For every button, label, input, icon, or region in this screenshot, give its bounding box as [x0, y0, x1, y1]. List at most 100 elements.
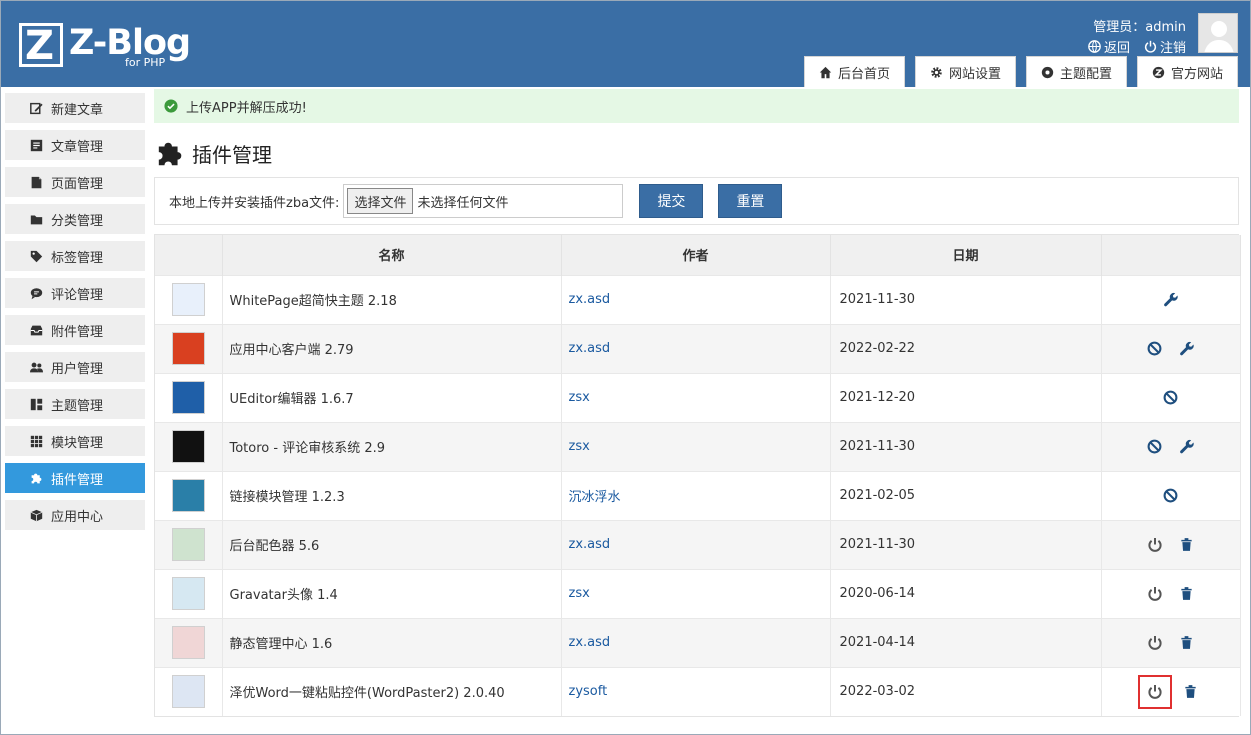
sidebar-item-pages[interactable]: 页面管理 — [5, 167, 145, 197]
plugin-date: 2021-12-20 — [830, 372, 1102, 422]
logo-mark: Z — [19, 23, 63, 68]
user-avatar-icon — [1199, 14, 1237, 52]
delete-trash-icon[interactable] — [1176, 632, 1198, 654]
avatar[interactable] — [1198, 13, 1238, 53]
enable-power-icon[interactable] — [1144, 534, 1166, 556]
edit-icon — [29, 101, 43, 115]
sidebar-item-tags[interactable]: 标签管理 — [5, 241, 145, 271]
sidebar-item-label: 评论管理 — [51, 287, 104, 303]
table-row: 链接模块管理 1.2.3 沉冰浮水 2021-02-05 — [155, 470, 1241, 520]
sidebar-item-label: 插件管理 — [51, 472, 104, 488]
logo-subtitle: for PHP — [125, 56, 166, 69]
tab-label: 主题配置 — [1059, 66, 1112, 82]
grid-icon — [29, 434, 43, 448]
settings-wrench-icon[interactable] — [1176, 436, 1198, 458]
plugin-name: 静态管理中心 1.6 — [222, 617, 562, 667]
sidebar-item-comments[interactable]: 评论管理 — [5, 278, 145, 308]
enable-power-icon[interactable] — [1137, 674, 1172, 709]
plugin-logo-icon — [171, 283, 205, 316]
plugin-icon-cell — [155, 421, 223, 471]
disable-icon[interactable] — [1160, 485, 1182, 507]
plugin-actions — [1101, 568, 1241, 618]
disable-icon[interactable] — [1144, 338, 1166, 360]
sidebar-item-modules[interactable]: 模块管理 — [5, 426, 145, 456]
delete-trash-icon[interactable] — [1176, 583, 1198, 605]
plugin-icon-cell — [155, 372, 223, 422]
plugin-date: 2021-02-05 — [830, 470, 1102, 520]
plugin-author-link[interactable]: zx.asd — [561, 323, 831, 373]
box-icon — [29, 508, 43, 522]
delete-trash-icon[interactable] — [1180, 681, 1202, 703]
plugin-logo-icon — [171, 675, 205, 709]
page-title-text: 插件管理 — [192, 142, 272, 167]
plugin-name: 后台配色器 5.6 — [222, 519, 562, 569]
file-input[interactable]: 选择文件 未选择任何文件 — [343, 184, 624, 218]
plugin-name: Gravatar头像 1.4 — [222, 568, 562, 618]
table-row: WhitePage超简快主题 2.18 zx.asd 2021-11-30 — [155, 274, 1241, 324]
plugin-logo-icon — [171, 381, 205, 414]
choose-file-button[interactable]: 选择文件 — [347, 188, 414, 214]
sidebar-item-label: 页面管理 — [51, 176, 104, 192]
column-header-actions — [1101, 235, 1241, 275]
settings-wrench-icon[interactable] — [1176, 338, 1198, 360]
plugin-icon-cell — [155, 617, 223, 667]
table-row: UEditor编辑器 1.6.7 zsx 2021-12-20 — [155, 372, 1241, 422]
delete-trash-icon[interactable] — [1176, 534, 1198, 556]
plugin-date: 2021-11-30 — [830, 519, 1102, 569]
sidebar: 新建文章 文章管理 页面管理 分类管理 标签管理 评论管理 附件管理 用户管理 — [5, 93, 145, 537]
comment-icon — [29, 286, 43, 300]
disable-icon[interactable] — [1144, 436, 1166, 458]
top-nav: 后台首页 网站设置 主题配置 官方网站 — [803, 56, 1238, 87]
enable-power-icon[interactable] — [1144, 632, 1166, 654]
sidebar-item-plugins[interactable]: 插件管理 — [5, 463, 145, 493]
palette-icon — [1041, 66, 1054, 78]
folder-icon — [29, 212, 43, 226]
logout-link[interactable]: 注销 — [1144, 37, 1186, 56]
sidebar-item-label: 应用中心 — [51, 509, 104, 525]
plugin-table: 名称 作者 日期 WhitePage超简快主题 2.18 zx.asd 2021-1… — [154, 234, 1241, 717]
plugin-actions — [1101, 323, 1241, 373]
submit-button[interactable]: 提交 — [639, 184, 704, 218]
plugin-author-link[interactable]: zysoft — [561, 666, 831, 716]
plugin-author-link[interactable]: zsx — [561, 568, 831, 618]
sidebar-item-new-article[interactable]: 新建文章 — [5, 93, 145, 123]
plugin-author-link[interactable]: zsx — [561, 372, 831, 422]
plugin-author-link[interactable]: zx.asd — [561, 274, 831, 324]
sidebar-item-categories[interactable]: 分类管理 — [5, 204, 145, 234]
plugin-author-link[interactable]: zx.asd — [561, 519, 831, 569]
sidebar-item-users[interactable]: 用户管理 — [5, 352, 145, 382]
plugin-icon-cell — [155, 666, 223, 716]
table-row: 静态管理中心 1.6 zx.asd 2021-04-14 — [155, 617, 1241, 667]
reset-button[interactable]: 重置 — [718, 184, 783, 218]
tab-official-site[interactable]: 官方网站 — [1136, 56, 1238, 87]
sidebar-item-themes[interactable]: 主题管理 — [5, 389, 145, 419]
disable-icon[interactable] — [1160, 387, 1182, 409]
tab-dashboard[interactable]: 后台首页 — [803, 56, 905, 87]
enable-power-icon[interactable] — [1144, 583, 1166, 605]
tab-label: 网站设置 — [948, 66, 1001, 82]
plugin-actions — [1101, 617, 1241, 667]
sidebar-item-articles[interactable]: 文章管理 — [5, 130, 145, 160]
table-row: Totoro - 评论审核系统 2.9 zsx 2021-11-30 — [155, 421, 1241, 471]
tab-site-settings[interactable]: 网站设置 — [914, 56, 1016, 87]
back-link[interactable]: 返回 — [1088, 37, 1130, 56]
plugin-logo-icon — [171, 626, 205, 659]
upload-form: 本地上传并安装插件zba文件: 选择文件 未选择任何文件 提交 重置 — [154, 177, 1239, 225]
plugin-logo-icon — [171, 577, 205, 610]
plugin-author-link[interactable]: zsx — [561, 421, 831, 471]
logout-label: 注销 — [1159, 41, 1186, 56]
tab-theme-config[interactable]: 主题配置 — [1025, 56, 1127, 87]
plugin-author-link[interactable]: zx.asd — [561, 617, 831, 667]
page-title: 插件管理 — [154, 135, 1239, 171]
back-label: 返回 — [1103, 41, 1130, 56]
plugin-date: 2021-11-30 — [830, 421, 1102, 471]
plugin-name: 应用中心客户端 2.79 — [222, 323, 562, 373]
sidebar-item-app-center[interactable]: 应用中心 — [5, 500, 145, 530]
plugin-icon-cell — [155, 274, 223, 324]
table-row: 泽优Word一键粘贴控件(WordPaster2) 2.0.40 zysoft 20… — [155, 666, 1241, 716]
sidebar-item-attachments[interactable]: 附件管理 — [5, 315, 145, 345]
plugin-author-link[interactable]: 沉冰浮水 — [561, 470, 831, 520]
theme-icon — [29, 397, 43, 411]
settings-wrench-icon[interactable] — [1160, 289, 1182, 311]
plugin-date: 2022-03-02 — [830, 666, 1102, 716]
